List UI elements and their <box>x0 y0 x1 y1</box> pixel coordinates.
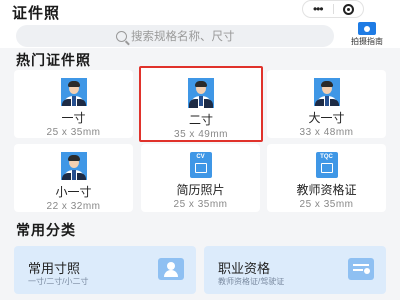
card-size: 25 x 35mm <box>299 199 354 210</box>
card-name: 小一寸 <box>55 185 92 199</box>
card-size: 22 x 32mm <box>46 201 101 212</box>
portrait-thumb-icon <box>313 78 340 106</box>
card-size: 35 x 49mm <box>174 129 228 140</box>
category-card-professional[interactable]: 职业资格 教师资格证/驾驶证 <box>204 246 386 294</box>
hot-section-title: 热门证件照 <box>16 52 91 68</box>
top-bar: 证件照 ••• <box>0 0 400 22</box>
target-icon[interactable] <box>334 3 364 15</box>
camera-guide-icon <box>358 22 376 35</box>
shooting-guide-button[interactable]: 拍摄指南 <box>344 22 390 48</box>
portrait-thumb-icon <box>188 78 214 108</box>
category-subtitle: 教师资格证/驾驶证 <box>218 277 285 286</box>
resume-doc-icon: CV <box>189 152 212 178</box>
category-row: 常用寸照 一寸/二寸/小二寸 职业资格 教师资格证/驾驶证 <box>14 246 386 300</box>
card-name: 一寸 <box>61 111 86 125</box>
search-placeholder: 搜索规格名称、尺寸 <box>131 31 235 43</box>
search-input[interactable]: 搜索规格名称、尺寸 <box>16 25 334 47</box>
card-name: 简历照片 <box>176 183 225 197</box>
card-name: 教师资格证 <box>296 183 357 197</box>
card-size: 25 x 35mm <box>46 127 101 138</box>
card-size: 33 x 48mm <box>299 127 354 138</box>
hot-photo-grid: 一寸 25 x 35mm 二寸 35 x 49mm 大一寸 33 x 48mm … <box>14 66 386 212</box>
page-title: 证件照 <box>12 5 61 22</box>
more-dots-icon[interactable]: ••• <box>303 3 333 15</box>
teacher-cert-doc-icon: TQC <box>315 152 338 178</box>
card-size: 25 x 35mm <box>173 199 228 210</box>
category-subtitle: 一寸/二寸/小二寸 <box>28 277 89 286</box>
photo-card-one-inch[interactable]: 一寸 25 x 35mm <box>14 70 133 138</box>
card-name: 二寸 <box>188 113 213 127</box>
shooting-guide-label: 拍摄指南 <box>351 37 383 46</box>
id-card-icon <box>348 258 374 280</box>
card-name: 大一寸 <box>308 111 345 125</box>
portrait-card-icon <box>158 258 184 280</box>
photo-card-two-inch[interactable]: 二寸 35 x 49mm <box>139 66 263 142</box>
photo-card-teacher-cert[interactable]: TQC 教师资格证 25 x 35mm <box>267 144 386 212</box>
portrait-thumb-icon <box>60 152 87 180</box>
category-name: 职业资格 <box>218 261 271 276</box>
category-card-common-sizes[interactable]: 常用寸照 一寸/二寸/小二寸 <box>14 246 196 294</box>
search-row: 搜索规格名称、尺寸 拍摄指南 <box>0 22 400 48</box>
photo-card-small-one-inch[interactable]: 小一寸 22 x 32mm <box>14 144 133 212</box>
search-icon <box>116 30 127 42</box>
category-name: 常用寸照 <box>28 261 81 276</box>
photo-card-resume[interactable]: CV 简历照片 25 x 35mm <box>141 144 260 212</box>
portrait-thumb-icon <box>60 78 87 106</box>
mini-program-capsule[interactable]: ••• <box>302 0 364 18</box>
category-section-title: 常用分类 <box>16 222 76 238</box>
photo-card-large-one-inch[interactable]: 大一寸 33 x 48mm <box>267 70 386 138</box>
